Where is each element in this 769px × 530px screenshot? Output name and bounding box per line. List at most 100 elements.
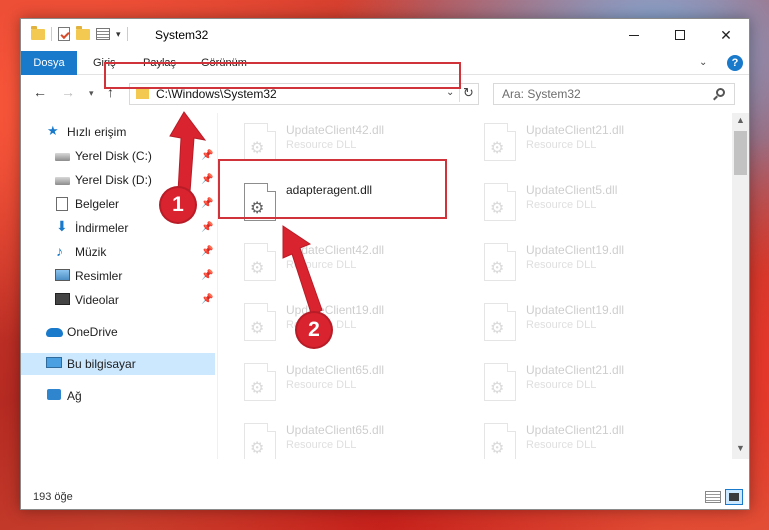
- sidebar-item-label: Hızlı erişim: [67, 125, 127, 139]
- refresh-icon[interactable]: ↻: [463, 85, 474, 101]
- pictures-icon: [55, 269, 70, 281]
- dll-file-icon: ⚙: [484, 123, 516, 161]
- gear-icon: ⚙: [490, 320, 505, 337]
- file-highlight-box: [218, 159, 447, 219]
- sidebar-item-label: Resimler: [75, 269, 123, 283]
- sidebar-item-label: İndirmeler: [75, 221, 129, 235]
- file-item[interactable]: ⚙ UpdateClient19.dll Resource DLL: [238, 299, 458, 349]
- view-icon[interactable]: [96, 28, 110, 40]
- close-icon: ✕: [720, 26, 732, 43]
- file-item[interactable]: ⚙ UpdateClient5.dll Resource DLL: [478, 179, 698, 229]
- file-name: UpdateClient21.dll: [526, 123, 625, 137]
- sidebar-item-pictures[interactable]: Resimler 📌: [21, 265, 215, 287]
- sidebar-item-quick-access[interactable]: ★ Hızlı erişim: [21, 121, 215, 143]
- file-name: UpdateClient19.dll: [526, 303, 625, 317]
- star-icon: ★: [47, 123, 59, 138]
- file-item[interactable]: ⚙ UpdateClient65.dll Resource DLL: [238, 359, 458, 409]
- search-input[interactable]: Ara: System32: [493, 83, 735, 105]
- sidebar-item-disk-c[interactable]: Yerel Disk (C:) 📌: [21, 145, 215, 167]
- sidebar-item-disk-d[interactable]: Yerel Disk (D:) 📌: [21, 169, 215, 191]
- dll-file-icon: ⚙: [244, 363, 276, 401]
- sidebar-item-music[interactable]: ♪ Müzik 📌: [21, 241, 215, 263]
- gear-icon: ⚙: [250, 440, 265, 457]
- gear-icon: ⚙: [250, 320, 265, 337]
- navigation-pane: ★ Hızlı erişim Yerel Disk (C:) 📌 Yerel D…: [21, 113, 217, 459]
- help-icon[interactable]: ?: [727, 55, 743, 71]
- computer-icon: [46, 357, 62, 368]
- sidebar-item-this-pc[interactable]: Bu bilgisayar: [21, 353, 215, 375]
- gear-icon: ⚙: [490, 200, 505, 217]
- quick-access-toolbar: ▾: [31, 25, 128, 41]
- file-item[interactable]: ⚙ UpdateClient19.dll Resource DLL: [478, 299, 698, 349]
- music-icon: ♪: [56, 243, 63, 259]
- close-button[interactable]: ✕: [703, 19, 749, 51]
- gear-icon: ⚙: [250, 140, 265, 157]
- pin-icon[interactable]: 📌: [201, 246, 213, 257]
- network-icon: [47, 389, 61, 400]
- properties-icon[interactable]: [58, 27, 70, 41]
- scroll-up-icon[interactable]: ▲: [736, 115, 745, 125]
- tab-dosya[interactable]: Dosya: [21, 51, 77, 75]
- file-name: UpdateClient65.dll: [286, 363, 385, 377]
- forward-arrow-icon[interactable]: →: [61, 84, 75, 100]
- file-type: Resource DLL: [526, 199, 597, 211]
- step-1-callout: 1: [161, 188, 195, 222]
- address-path[interactable]: C:\Windows\System32: [156, 87, 277, 101]
- file-name: UpdateClient19.dll: [286, 303, 385, 317]
- new-folder-icon[interactable]: [76, 25, 90, 40]
- pin-icon[interactable]: 📌: [201, 174, 213, 185]
- file-type: Resource DLL: [286, 379, 357, 391]
- file-type: Resource DLL: [286, 439, 357, 451]
- dll-file-icon: ⚙: [484, 183, 516, 221]
- sidebar-item-label: OneDrive: [67, 325, 118, 339]
- scrollbar-thumb[interactable]: [734, 131, 747, 175]
- dll-file-icon: ⚙: [484, 363, 516, 401]
- cloud-icon: [46, 328, 63, 337]
- folder-icon: [31, 25, 45, 40]
- recent-locations-icon[interactable]: ▾: [89, 88, 94, 99]
- pin-icon[interactable]: 📌: [201, 150, 213, 161]
- pin-icon[interactable]: 📌: [201, 222, 213, 233]
- maximize-button[interactable]: [657, 19, 703, 51]
- customize-toolbar-icon[interactable]: ▾: [116, 29, 121, 40]
- file-item[interactable]: ⚙ UpdateClient65.dll Resource DLL: [238, 419, 458, 459]
- dll-file-icon: ⚙: [484, 243, 516, 281]
- file-name: UpdateClient65.dll: [286, 423, 385, 437]
- vertical-scrollbar[interactable]: ▲ ▼: [732, 113, 749, 459]
- file-type: Resource DLL: [526, 139, 597, 151]
- file-item[interactable]: ⚙ UpdateClient42.dll Resource DLL: [238, 239, 458, 289]
- sidebar-item-onedrive[interactable]: OneDrive: [21, 321, 215, 343]
- file-item[interactable]: ⚙ UpdateClient21.dll Resource DLL: [478, 359, 698, 409]
- dll-file-icon: ⚙: [484, 303, 516, 341]
- step-2-callout: 2: [297, 313, 331, 347]
- file-item[interactable]: ⚙ UpdateClient19.dll Resource DLL: [478, 239, 698, 289]
- search-placeholder: Ara: System32: [502, 87, 581, 101]
- back-arrow-icon[interactable]: ←: [33, 84, 47, 100]
- sidebar-item-network[interactable]: Ağ: [21, 385, 215, 407]
- pin-icon[interactable]: 📌: [201, 270, 213, 281]
- sidebar-item-videos[interactable]: Videolar 📌: [21, 289, 215, 311]
- file-type: Resource DLL: [286, 139, 357, 151]
- details-view-icon[interactable]: [705, 491, 721, 503]
- file-type: Resource DLL: [526, 439, 597, 451]
- toolbar-divider: [51, 27, 52, 41]
- sidebar-item-downloads[interactable]: ⬇ İndirmeler 📌: [21, 217, 215, 239]
- scroll-down-icon[interactable]: ▼: [736, 443, 745, 453]
- gear-icon: ⚙: [250, 380, 265, 397]
- file-type: Resource DLL: [526, 319, 597, 331]
- sidebar-item-label: Videolar: [75, 293, 119, 307]
- file-item[interactable]: ⚙ UpdateClient21.dll Resource DLL: [478, 419, 698, 459]
- minimize-button[interactable]: [611, 19, 657, 51]
- pin-icon[interactable]: 📌: [201, 294, 213, 305]
- pin-icon[interactable]: 📌: [201, 198, 213, 209]
- address-highlight-box: [104, 62, 461, 89]
- large-icons-view-icon[interactable]: [725, 489, 743, 505]
- item-count: 193 öğe: [33, 491, 73, 503]
- gear-icon: ⚙: [250, 260, 265, 277]
- search-icon[interactable]: [716, 88, 725, 97]
- chevron-down-icon[interactable]: ⌄: [699, 57, 707, 68]
- download-icon: ⬇: [56, 218, 68, 234]
- toolbar-divider: [126, 27, 128, 41]
- file-item[interactable]: ⚙ UpdateClient21.dll Resource DLL: [478, 119, 698, 169]
- status-bar: 193 öğe: [21, 459, 749, 509]
